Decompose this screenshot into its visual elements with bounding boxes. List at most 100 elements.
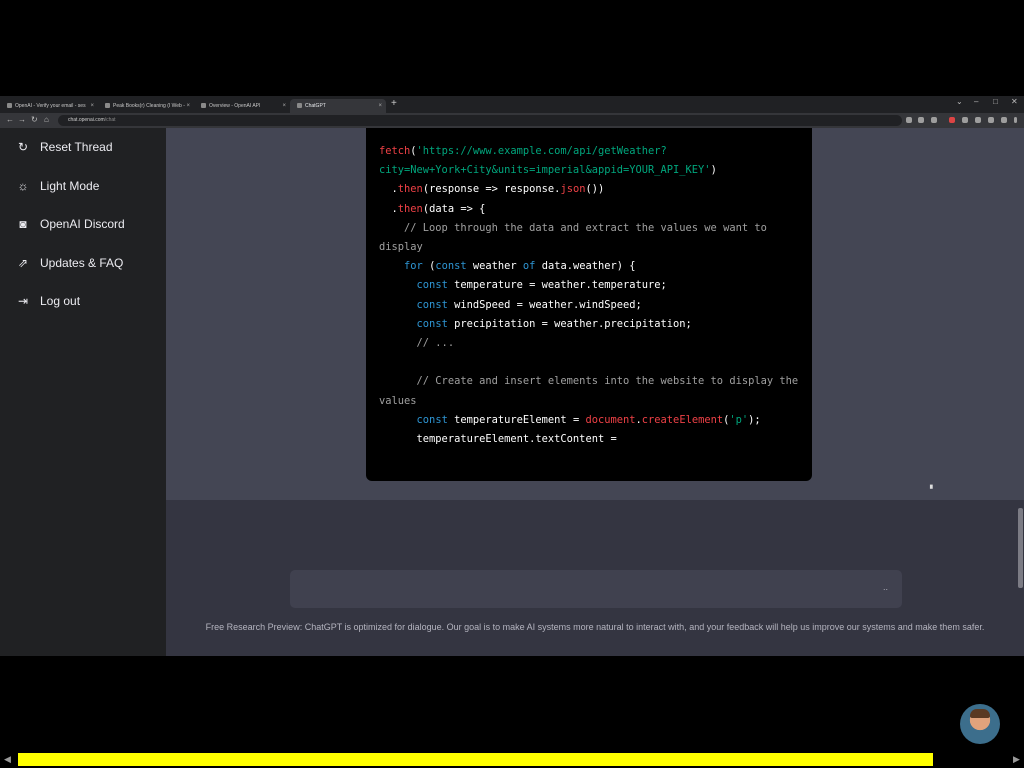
code-token: data.weather) { [535,260,636,273]
code-block: fetch ('https://www.example.com/api/getWe… [366,128,812,481]
close-tab-icon[interactable]: × [282,99,286,113]
code-token: ()) [585,183,605,196]
forward-icon[interactable]: → [18,115,26,124]
tab-openai-api-overview[interactable]: Overview - OpenAI API × [194,99,290,113]
url-path: /chat [104,117,116,123]
code-line: // Loop through the data and extract the… [379,222,767,234]
maximize-icon[interactable]: □ [993,97,998,106]
discord-icon: ◙ [19,217,27,231]
sidebar-item-log-out[interactable]: ⇥ Log out [16,291,80,311]
address-bar[interactable]: chat.openai.com/chat [58,115,902,126]
avatar-hair [970,709,990,718]
code-token: document [585,413,636,426]
tab-peak-books[interactable]: Peak Books(r) Cleaning (I Web - × [98,99,194,113]
logout-icon: ⇥ [17,294,29,308]
favicon-icon [105,103,110,109]
code-token: const [416,413,448,426]
scroll-right-icon[interactable]: ▶ [1013,754,1020,765]
extension-icon[interactable] [949,117,955,123]
extension-icon[interactable] [962,117,968,123]
new-tab-button[interactable]: + [391,98,397,109]
tab-label: OpenAI - Verify your email - ses [15,103,86,109]
code-token: weather [466,260,523,273]
browser-toolbar: ← → ↻ ⌂ chat.openai.com/chat [0,113,1024,128]
browser-window: OpenAI - Verify your email - ses × Peak … [0,96,1024,656]
code-token: ) [710,164,717,177]
code-token: createElement [641,413,724,426]
sidebar-item-label: Updates & FAQ [40,256,124,270]
external-link-icon: ⇗ [17,256,29,270]
sidebar: ↻ Reset Thread ☼ Light Mode ◙ OpenAI Discor… [0,128,166,656]
share-icon[interactable] [918,117,924,123]
code-token: (response => response. [422,183,561,196]
reload-icon[interactable]: ↻ [31,115,38,124]
extensions-puzzle-icon[interactable] [975,117,981,123]
code-line: for (const weather of data.weather) { [379,260,636,272]
code-line: const precipitation = weather.precipitat… [379,318,692,330]
code-token: values [379,394,417,407]
scrollbar[interactable] [1018,508,1023,588]
video-progress-bar[interactable] [18,753,933,766]
scroll-left-icon[interactable]: ◀ [4,754,11,765]
code-token: display [379,241,423,254]
message-input[interactable]: .. [290,570,902,608]
sidebar-item-label: Reset Thread [40,140,113,154]
code-line: temperatureElement.textContent = [379,433,617,445]
code-token: temperatureElement.textContent = [379,433,617,446]
code-line: .then(data => { [379,203,486,215]
tab-label: Peak Books(r) Cleaning (I Web - [113,103,185,109]
zoom-icon[interactable] [906,117,912,123]
code-token: 'p' [729,413,749,426]
tab-search-icon[interactable]: ⌄ [956,97,963,106]
close-tab-icon[interactable]: × [90,99,94,113]
code-token: temperature = weather.temperature; [447,279,667,292]
code-line: const temperature = weather.temperature; [379,279,667,291]
code-token: const [416,317,448,330]
code-token: . [379,183,398,196]
footer-disclaimer: Free Research Preview: ChatGPT is optimi… [205,622,985,632]
code-token: const [416,279,448,292]
tab-strip: OpenAI - Verify your email - ses × Peak … [0,96,1024,113]
back-icon[interactable]: ← [6,115,14,124]
refresh-icon: ↻ [17,140,29,154]
close-tab-icon[interactable]: × [186,99,190,113]
close-window-icon[interactable]: ✕ [1011,97,1018,106]
code-token: precipitation = weather.precipitation; [447,317,692,330]
send-icon[interactable]: .. [883,582,888,592]
tab-chatgpt[interactable]: ChatGPT × [290,99,386,113]
menu-icon[interactable] [1014,117,1017,123]
sidebar-item-light-mode[interactable]: ☼ Light Mode [16,176,100,196]
sidebar-item-updates-faq[interactable]: ⇗ Updates & FAQ [16,253,123,273]
bookmark-icon[interactable] [931,117,937,123]
code-line: const temperatureElement = document.crea… [379,414,761,426]
profile-icon[interactable] [988,117,994,123]
sidebar-item-label: OpenAI Discord [40,217,125,231]
url-host: chat.openai.com [68,117,105,123]
sun-icon: ☼ [17,179,29,193]
close-tab-icon[interactable]: × [378,99,382,113]
code-line: fetch('https://www.example.com/api/getWe… [379,145,667,157]
code-token: city=New+York+City&units=imperial&appid=… [379,164,711,177]
sidebar-item-label: Log out [40,294,81,308]
code-token: ); [748,413,761,426]
code-line: const windSpeed = weather.windSpeed; [379,299,642,311]
code-token: const [435,260,467,273]
code-line: display [379,241,423,253]
minimize-icon[interactable]: – [974,97,978,106]
code-token: 'https://www.example.com/api/getWeather? [416,145,667,157]
sidebar-item-reset-thread[interactable]: ↻ Reset Thread [16,137,113,157]
code-line: .then(response => response.json()) [379,183,605,196]
split-view-icon[interactable] [1001,117,1007,123]
favicon-icon [7,103,12,109]
code-line: // Create and insert elements into the w… [379,375,799,388]
sidebar-item-openai-discord[interactable]: ◙ OpenAI Discord [16,214,125,234]
code-token: json [560,183,586,196]
code-token: // Create and insert elements into the w… [379,375,799,388]
tab-openai-verify-email[interactable]: OpenAI - Verify your email - ses × [0,99,98,113]
home-icon[interactable]: ⌂ [44,115,49,124]
code-token: windSpeed = weather.windSpeed; [447,298,642,311]
code-content: fetch ('https://www.example.com/api/getWe… [379,142,798,449]
mouse-cursor-icon: ▖ [930,482,936,489]
